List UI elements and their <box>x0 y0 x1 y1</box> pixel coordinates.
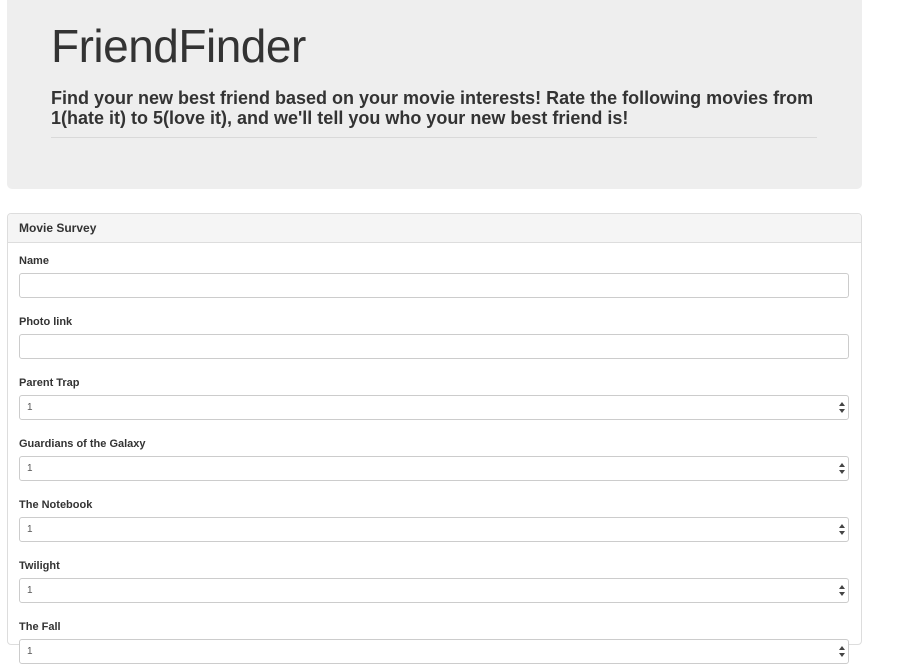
question-group-notebook: The Notebook 1 <box>19 498 850 542</box>
name-input[interactable] <box>19 273 849 298</box>
select-updown-arrows-icon <box>839 463 845 475</box>
select-value: 1 <box>27 585 33 596</box>
question-group-parent-trap: Parent Trap 1 <box>19 376 850 420</box>
question-select-twilight[interactable]: 1 <box>19 578 849 603</box>
survey-form: Name Photo link Parent Trap 1 Guardians … <box>8 243 861 664</box>
select-updown-arrows-icon <box>839 646 845 658</box>
header-divider <box>51 137 817 138</box>
question-label-twilight: Twilight <box>19 560 60 572</box>
select-value: 1 <box>27 524 33 535</box>
question-group-the-fall: The Fall 1 <box>19 620 850 664</box>
select-value: 1 <box>27 463 33 474</box>
question-group-guardians: Guardians of the Galaxy 1 <box>19 437 850 481</box>
photo-group: Photo link <box>19 315 850 359</box>
photo-link-input[interactable] <box>19 334 849 359</box>
jumbotron-content: FriendFinder Find your new best friend b… <box>51 0 817 138</box>
page-title: FriendFinder <box>51 20 306 72</box>
question-select-parent-trap[interactable]: 1 <box>19 395 849 420</box>
photo-link-label: Photo link <box>19 316 73 328</box>
question-select-the-fall[interactable]: 1 <box>19 639 849 664</box>
select-value: 1 <box>27 646 33 657</box>
survey-panel-heading: Movie Survey <box>8 214 861 243</box>
question-label-notebook: The Notebook <box>19 499 93 511</box>
select-updown-arrows-icon <box>839 524 845 536</box>
question-label-guardians: Guardians of the Galaxy <box>19 438 146 450</box>
select-updown-arrows-icon <box>839 402 845 414</box>
jumbotron-header: FriendFinder Find your new best friend b… <box>7 0 862 189</box>
page-lead-text: Find your new best friend based on your … <box>51 88 814 128</box>
question-label-the-fall: The Fall <box>19 621 61 633</box>
question-select-notebook[interactable]: 1 <box>19 517 849 542</box>
question-select-guardians[interactable]: 1 <box>19 456 849 481</box>
select-value: 1 <box>27 402 33 413</box>
question-group-twilight: Twilight 1 <box>19 559 850 603</box>
name-label: Name <box>19 255 49 267</box>
question-label-parent-trap: Parent Trap <box>19 377 80 389</box>
name-group: Name <box>19 254 850 298</box>
select-updown-arrows-icon <box>839 585 845 597</box>
survey-panel: Movie Survey Name Photo link Parent Trap… <box>7 213 862 664</box>
